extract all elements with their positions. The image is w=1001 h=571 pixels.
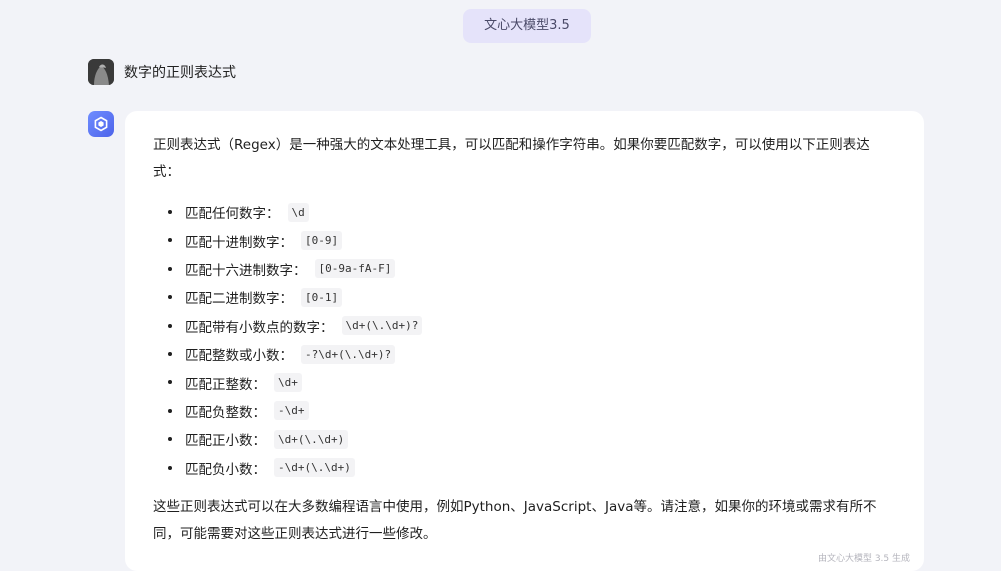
regex-code: [0-9a-fA-F] <box>314 259 396 279</box>
user-message-row: 数字的正则表达式 <box>88 59 236 85</box>
regex-code: [0-9] <box>301 231 343 251</box>
regex-item-label: 匹配十进制数字： <box>185 234 293 251</box>
regex-list-item: 匹配正整数： \d+ <box>153 368 896 396</box>
regex-list-item: 匹配正小数： \d+(\.\d+) <box>153 425 896 453</box>
regex-item-label: 匹配带有小数点的数字： <box>185 319 334 336</box>
model-label[interactable]: 文心大模型3.5 <box>463 9 591 43</box>
regex-item-label: 匹配正小数： <box>185 433 266 450</box>
regex-item-label: 匹配十六进制数字： <box>185 262 307 279</box>
regex-code: -\d+(\.\d+) <box>274 458 355 478</box>
regex-item-label: 匹配整数或小数： <box>185 348 293 365</box>
regex-list-item: 匹配十进制数字： [0-9] <box>153 226 896 254</box>
regex-list-item: 匹配带有小数点的数字： \d+(\.\d+)? <box>153 312 896 340</box>
regex-list: 匹配任何数字： \d 匹配十进制数字： [0-9] 匹配十六进制数字： [0-9a-fA-… <box>153 198 896 482</box>
regex-item-label: 匹配负整数： <box>185 404 266 421</box>
regex-item-label: 匹配负小数： <box>185 461 266 478</box>
response-outro: 这些正则表达式可以在大多数编程语言中使用，例如Python、JavaScript… <box>153 498 877 542</box>
regex-list-item: 匹配整数或小数： -?\d+(\.\d+)? <box>153 340 896 368</box>
regex-list-item: 匹配十六进制数字： [0-9a-fA-F] <box>153 255 896 283</box>
regex-code: -?\d+(\.\d+)? <box>301 344 396 364</box>
regex-code: -\d+ <box>274 401 309 421</box>
user-avatar <box>88 59 114 85</box>
regex-item-label: 匹配正整数： <box>185 376 266 393</box>
regex-code: \d+(\.\d+)? <box>341 316 423 336</box>
regex-list-item: 匹配任何数字： \d <box>153 198 896 226</box>
regex-code: \d+(\.\d+) <box>274 429 349 449</box>
user-message-text: 数字的正则表达式 <box>124 65 236 81</box>
ernie-bot-icon <box>88 111 114 137</box>
regex-list-item: 匹配负整数： -\d+ <box>153 397 896 425</box>
generated-by-note: 由文心大模型 3.5 生成 <box>817 554 910 564</box>
regex-item-label: 匹配任何数字： <box>185 206 280 223</box>
response-intro: 正则表达式（Regex）是一种强大的文本处理工具，可以匹配和操作字符串。如果你要… <box>153 137 870 180</box>
assistant-response-card: 正则表达式（Regex）是一种强大的文本处理工具，可以匹配和操作字符串。如果你要… <box>125 111 924 571</box>
regex-code: \d+ <box>274 373 302 393</box>
regex-code: [0-1] <box>301 287 343 307</box>
regex-list-item: 匹配二进制数字： [0-1] <box>153 283 896 311</box>
regex-code: \d <box>287 202 309 222</box>
regex-list-item: 匹配负小数： -\d+(\.\d+) <box>153 454 896 482</box>
regex-item-label: 匹配二进制数字： <box>185 291 293 308</box>
